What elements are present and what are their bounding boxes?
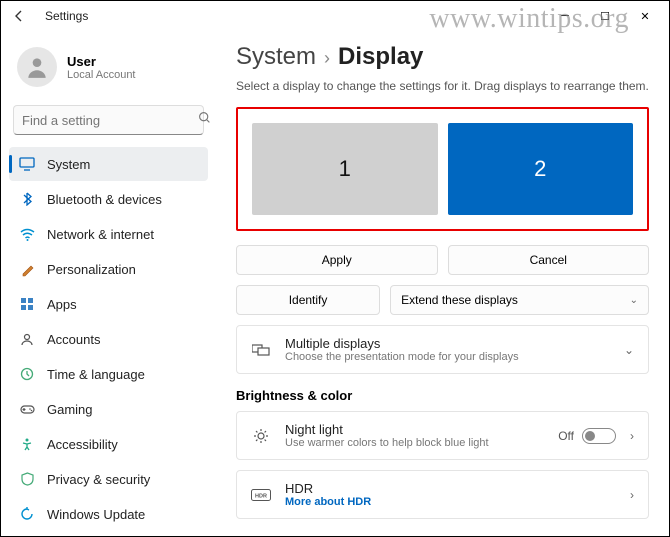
hdr-link[interactable]: More about HDR <box>285 496 610 508</box>
sidebar-item-label: Windows Update <box>47 507 145 522</box>
sidebar-item-time[interactable]: Time & language <box>9 357 208 391</box>
apply-button[interactable]: Apply <box>236 245 438 275</box>
card-title: HDR <box>285 481 610 496</box>
close-button[interactable]: ✕ <box>625 2 665 30</box>
display-mode-dropdown[interactable]: Extend these displays ⌄ <box>390 285 649 315</box>
back-button[interactable] <box>5 2 33 30</box>
monitor-1[interactable]: 1 <box>252 123 438 215</box>
user-block[interactable]: User Local Account <box>7 43 210 101</box>
system-icon <box>19 156 35 172</box>
chevron-down-icon: ⌄ <box>618 343 634 357</box>
bluetooth-icon <box>19 191 35 207</box>
content: System › Display Select a display to cha… <box>216 31 669 536</box>
user-sub: Local Account <box>67 69 136 81</box>
sidebar-item-apps[interactable]: Apps <box>9 287 208 321</box>
sidebar-item-label: Accounts <box>47 332 100 347</box>
app-title: Settings <box>45 9 88 23</box>
gaming-icon <box>19 401 35 417</box>
hdr-card[interactable]: HDR HDR More about HDR › <box>236 470 649 519</box>
svg-text:HDR: HDR <box>255 493 267 499</box>
hdr-icon: HDR <box>251 489 271 501</box>
chevron-right-icon: › <box>624 429 634 443</box>
night-light-icon <box>251 428 271 444</box>
maximize-button[interactable]: ☐ <box>585 2 625 30</box>
sidebar-item-bluetooth[interactable]: Bluetooth & devices <box>9 182 208 216</box>
chevron-down-icon: ⌄ <box>630 295 638 306</box>
card-subtitle: Choose the presentation mode for your di… <box>285 351 604 363</box>
sidebar-item-gaming[interactable]: Gaming <box>9 392 208 426</box>
sidebar-item-label: Accessibility <box>47 437 118 452</box>
sidebar-item-network[interactable]: Network & internet <box>9 217 208 251</box>
sidebar-item-label: Bluetooth & devices <box>47 192 162 207</box>
personalization-icon <box>19 261 35 277</box>
breadcrumb-sep: › <box>324 48 330 69</box>
accessibility-icon <box>19 436 35 452</box>
highlight-box: 1 2 <box>236 107 649 231</box>
night-light-toggle[interactable] <box>582 428 616 444</box>
night-light-card[interactable]: Night light Use warmer colors to help bl… <box>236 411 649 460</box>
sidebar-item-label: Gaming <box>47 402 93 417</box>
multiple-displays-card[interactable]: Multiple displays Choose the presentatio… <box>236 325 649 374</box>
privacy-icon <box>19 471 35 487</box>
breadcrumb: System › Display <box>236 43 649 71</box>
card-subtitle: Use warmer colors to help block blue lig… <box>285 437 544 449</box>
search-icon <box>198 111 211 129</box>
sidebar: User Local Account System Bluetooth & de… <box>1 31 216 536</box>
monitor-2[interactable]: 2 <box>448 123 634 215</box>
accounts-icon <box>19 331 35 347</box>
page-title: Display <box>338 43 423 71</box>
card-title: Multiple displays <box>285 336 604 351</box>
search-input[interactable] <box>22 113 198 128</box>
display-arrangement[interactable]: 1 2 <box>244 115 641 223</box>
sidebar-item-label: Personalization <box>47 262 136 277</box>
nav: System Bluetooth & devices Network & int… <box>7 147 210 531</box>
section-brightness-color: Brightness & color <box>236 388 649 403</box>
identify-button[interactable]: Identify <box>236 285 380 315</box>
network-icon <box>19 226 35 242</box>
display-mode-label: Extend these displays <box>401 293 518 307</box>
page-description: Select a display to change the settings … <box>236 79 649 93</box>
sidebar-item-accessibility[interactable]: Accessibility <box>9 427 208 461</box>
sidebar-item-label: System <box>47 157 90 172</box>
avatar <box>17 47 57 87</box>
cancel-button[interactable]: Cancel <box>448 245 650 275</box>
update-icon <box>19 506 35 522</box>
breadcrumb-system[interactable]: System <box>236 43 316 71</box>
chevron-right-icon: › <box>624 488 634 502</box>
sidebar-item-personalization[interactable]: Personalization <box>9 252 208 286</box>
search-box[interactable] <box>13 105 204 135</box>
time-icon <box>19 366 35 382</box>
sidebar-item-update[interactable]: Windows Update <box>9 497 208 531</box>
minimize-button[interactable]: ─ <box>545 2 585 30</box>
sidebar-item-label: Apps <box>47 297 77 312</box>
titlebar: Settings ─ ☐ ✕ <box>1 1 669 31</box>
sidebar-item-label: Privacy & security <box>47 472 150 487</box>
apps-icon <box>19 296 35 312</box>
sidebar-item-privacy[interactable]: Privacy & security <box>9 462 208 496</box>
user-name: User <box>67 54 136 69</box>
sidebar-item-label: Time & language <box>47 367 145 382</box>
sidebar-item-system[interactable]: System <box>9 147 208 181</box>
multiple-displays-icon <box>251 343 271 357</box>
toggle-state-label: Off <box>558 429 574 443</box>
sidebar-item-label: Network & internet <box>47 227 154 242</box>
card-title: Night light <box>285 422 544 437</box>
sidebar-item-accounts[interactable]: Accounts <box>9 322 208 356</box>
